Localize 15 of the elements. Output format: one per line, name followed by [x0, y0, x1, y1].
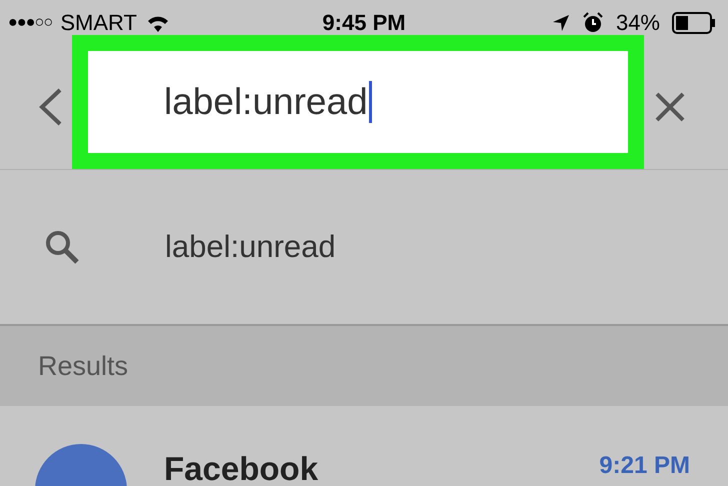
clock-time: 9:45 PM [322, 9, 406, 37]
carrier-name: SMART [60, 9, 137, 37]
search-field[interactable]: label:unread [72, 35, 644, 169]
sender-name: Facebook [164, 449, 318, 486]
result-row[interactable]: Facebook 9:21 PM [0, 406, 728, 486]
results-header: Results [0, 326, 728, 406]
close-icon[interactable] [654, 91, 686, 123]
search-icon [44, 229, 80, 265]
location-arrow-icon [552, 14, 570, 32]
result-time: 9:21 PM [599, 451, 690, 481]
signal-dots: ●●●○○ [8, 12, 52, 32]
search-text: label:unread [164, 80, 368, 124]
battery-icon [672, 12, 716, 34]
battery-percent: 34% [616, 9, 660, 37]
alarm-clock-icon [582, 12, 604, 34]
